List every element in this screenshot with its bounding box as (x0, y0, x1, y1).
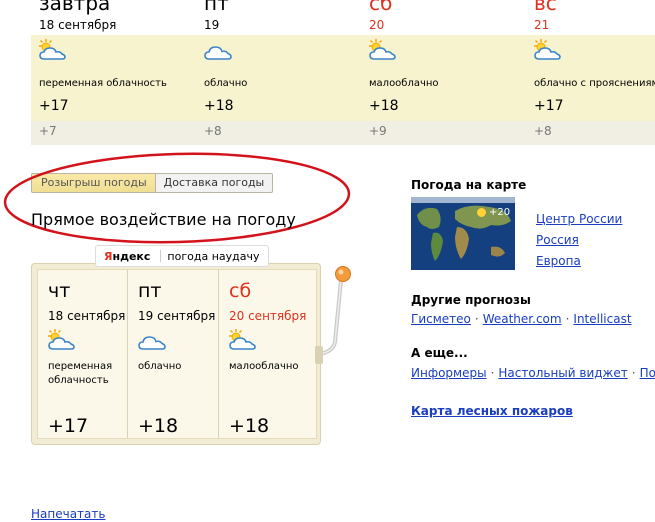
map-links: Центр России Россия Европа (536, 208, 622, 271)
forecast-day-3: сб 20 малооблачно +18 +9 (361, 0, 526, 145)
forecast-night-temp: +8 (204, 124, 222, 138)
sun-cloud-icon (48, 329, 75, 350)
map-section-title: Погода на карте (411, 178, 527, 192)
fires-map-row: Карта лесных пожаров (411, 400, 573, 419)
other-forecasts-title: Другие прогнозы (411, 293, 531, 307)
link-separator: · (474, 312, 479, 326)
forecast-night-temp: +7 (39, 124, 57, 138)
link-gismeteo[interactable]: Гисметео (411, 312, 471, 326)
sun-icon (477, 208, 486, 217)
forecast-day-1: завтра 18 сентября переменная облачность… (31, 0, 196, 145)
widget-temp: +18 (138, 415, 179, 437)
forecast-desc: облачно с прояснениями (534, 78, 655, 89)
forecast-date: 18 сентября (39, 18, 117, 32)
promo-tabs: Розыгрыш погоды Доставка погоды (31, 173, 274, 193)
forecast-strip: завтра 18 сентября переменная облачность… (31, 0, 655, 145)
widget-badge: Яндекс погода наудачу (95, 245, 269, 267)
map-temp-marker: +20 (477, 207, 510, 218)
forecast-day-name: вс (534, 0, 557, 15)
slot-lever-handle[interactable] (315, 262, 365, 372)
forecast-day-name: пт (204, 0, 229, 15)
forecast-day-temp: +18 (369, 98, 399, 114)
weather-map-thumbnail[interactable]: +20 (411, 197, 515, 270)
widget-day-name: пт (138, 280, 162, 302)
widget-date: 20 сентября (229, 309, 307, 323)
widget-day-name: чт (48, 280, 71, 302)
print-link[interactable]: Напечатать (31, 507, 105, 521)
other-forecasts-links: Гисметео · Weather.com · Intellicast (411, 312, 632, 326)
widget-desc: малооблачно (229, 361, 299, 372)
yandex-logo-rest: ндекс (112, 249, 151, 263)
promo-title: Прямое воздействие на погоду (31, 210, 296, 229)
widget-day-3: сб 20 сентября малооблачно +18 (218, 270, 317, 438)
link-separator: · (631, 366, 636, 380)
map-temp: +20 (489, 207, 511, 218)
cloud-icon (138, 336, 166, 350)
sun-cloud-icon (369, 39, 396, 60)
widget-day-name: сб (229, 280, 252, 302)
widget-panel: чт 18 сентября переменная облачность +17… (37, 269, 317, 439)
weather-widget[interactable]: чт 18 сентября переменная облачность +17… (31, 263, 321, 445)
widget-day-2: пт 19 сентября облачно +18 (127, 270, 218, 438)
link-informers[interactable]: Информеры (411, 366, 487, 380)
link-forest-fires-map[interactable]: Карта лесных пожаров (411, 404, 573, 418)
yandex-logo: Яндекс (104, 250, 150, 263)
widget-desc: переменная облачность (48, 361, 113, 386)
forecast-night-temp: +8 (534, 124, 552, 138)
widget-date: 19 сентября (138, 309, 216, 323)
link-separator: · (565, 312, 570, 326)
map-link-europe[interactable]: Европа (536, 254, 581, 268)
widget-temp: +18 (229, 415, 270, 437)
more-links: Информеры·Настольный виджет·Погода (411, 366, 655, 380)
forecast-day-2: пт 19 облачно +18 +8 (196, 0, 361, 145)
forecast-date: 21 (534, 18, 550, 32)
forecast-desc: переменная облачность (39, 78, 167, 89)
forecast-day-name: завтра (39, 0, 111, 15)
forecast-night-temp: +9 (369, 124, 387, 138)
widget-temp: +17 (48, 415, 89, 437)
forecast-day-temp: +18 (204, 98, 234, 114)
forecast-desc: облачно (204, 78, 248, 89)
widget-date: 18 сентября (48, 309, 126, 323)
forecast-desc: малооблачно (369, 78, 439, 89)
forecast-day-4: вс 21 облачно с прояснениями +17 +8 (526, 0, 655, 145)
link-desktop-widget[interactable]: Настольный виджет (498, 366, 627, 380)
forecast-day-name: сб (369, 0, 393, 15)
forecast-day-temp: +17 (534, 98, 564, 114)
red-ellipse-annotation (3, 152, 351, 244)
map-link-central-russia[interactable]: Центр России (536, 212, 622, 226)
sun-cloud-icon (39, 39, 66, 60)
tab-weather-draw[interactable]: Розыгрыш погоды (32, 174, 156, 192)
forecast-date: 19 (204, 18, 220, 32)
link-weather[interactable]: Погода (640, 366, 655, 380)
link-separator: · (490, 366, 495, 380)
sun-cloud-icon (229, 329, 256, 350)
badge-text: погода наудачу (167, 249, 260, 263)
cloud-icon (204, 46, 232, 60)
link-weather-com[interactable]: Weather.com (483, 312, 562, 326)
widget-desc: облачно (138, 361, 182, 372)
badge-separator (160, 250, 162, 262)
link-intellicast[interactable]: Intellicast (573, 312, 631, 326)
more-title: А еще... (411, 346, 468, 360)
forecast-day-temp: +17 (39, 98, 69, 114)
map-link-russia[interactable]: Россия (536, 233, 579, 247)
widget-day-1: чт 18 сентября переменная облачность +17 (38, 270, 127, 438)
sun-cloud-icon (534, 39, 561, 60)
tab-weather-delivery[interactable]: Доставка погоды (156, 174, 273, 192)
forecast-date: 20 (369, 18, 385, 32)
